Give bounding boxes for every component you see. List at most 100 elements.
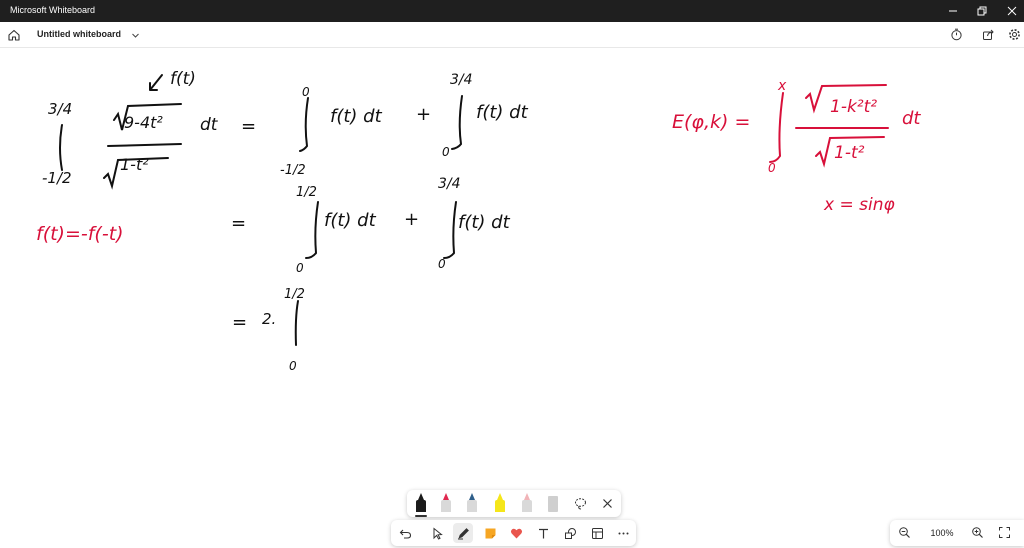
pen-tip [443, 493, 449, 500]
fraction-bar [107, 143, 182, 147]
close-icon [1007, 6, 1017, 16]
pink-eraser[interactable] [521, 493, 533, 514]
board-title[interactable]: Untitled whiteboard [37, 29, 121, 39]
minimize-icon [949, 10, 957, 12]
zoom-out-icon[interactable] [898, 526, 911, 539]
command-bar: Untitled whiteboard [0, 22, 1024, 48]
text-icon [538, 528, 548, 538]
numerator-expression: 1-k²t² [830, 97, 877, 117]
equals-sign: = [232, 312, 247, 333]
pen-body [495, 500, 505, 512]
title-bar: Microsoft Whiteboard [0, 0, 1024, 22]
pen-body [416, 500, 426, 512]
timer-icon[interactable] [950, 28, 963, 41]
integral-sign [299, 97, 309, 152]
chevron-down-icon[interactable] [131, 31, 140, 40]
upper-limit: 1/2 [296, 185, 317, 200]
zoom-bar: 100% [890, 520, 1024, 546]
lower-limit: -1/2 [42, 169, 72, 187]
sticky-note-button[interactable] [480, 523, 500, 543]
integral-sign [59, 124, 63, 171]
odd-function-relation: f(t)=-f(-t) [36, 223, 124, 245]
upper-limit: x [777, 78, 787, 94]
reactions-button[interactable] [506, 523, 526, 543]
pen-icon [457, 527, 469, 539]
integrand: f(t) dt [476, 102, 529, 123]
templates-button[interactable] [587, 523, 607, 543]
settings-gear-icon[interactable] [1008, 28, 1021, 41]
pen-tip [524, 493, 530, 500]
substitution-note: x = sinφ [823, 195, 895, 215]
integral-sign [769, 92, 784, 163]
shapes-button[interactable] [560, 523, 580, 543]
sticky-note-icon [485, 528, 495, 538]
pen-tip [469, 493, 475, 500]
zoom-level[interactable]: 100% [926, 528, 958, 538]
cursor-icon [433, 526, 443, 540]
pen-body [467, 500, 477, 512]
more-icon [618, 532, 628, 534]
equals-sign: = [241, 116, 256, 137]
lasso-select-icon[interactable] [574, 497, 587, 510]
upper-limit: 3/4 [48, 100, 72, 118]
equals-sign: = [231, 213, 246, 234]
restore-button[interactable] [965, 0, 999, 22]
integral-sign [443, 201, 457, 259]
pen-tip [497, 493, 503, 500]
plus-sign: + [404, 209, 419, 230]
ruler[interactable] [547, 493, 559, 514]
template-icon [591, 527, 603, 539]
fit-to-screen-icon[interactable] [998, 526, 1011, 539]
shapes-icon [564, 527, 576, 539]
arrow-stroke [149, 74, 163, 91]
close-window-button[interactable] [995, 0, 1024, 22]
more-options-button[interactable] [613, 523, 633, 543]
coefficient: 2. [262, 310, 276, 328]
lower-limit: 0 [289, 359, 297, 373]
dt-label: dt [200, 115, 219, 135]
zoom-in-icon[interactable] [971, 526, 984, 539]
integrand: f(t) dt [458, 212, 511, 233]
lower-limit: 0 [296, 261, 304, 275]
lower-limit: 0 [768, 161, 776, 175]
integrand: f(t) dt [330, 106, 383, 127]
integral-sign [451, 95, 463, 150]
lower-limit: -1/2 [280, 163, 306, 178]
lower-limit: 0 [442, 145, 450, 159]
app-title: Microsoft Whiteboard [10, 5, 96, 15]
upper-limit: 3/4 [438, 176, 461, 192]
black-pen[interactable] [415, 493, 427, 517]
select-tool-button[interactable] [427, 523, 447, 543]
integral-sign [305, 201, 319, 259]
dt-label: dt [902, 108, 921, 129]
undo-icon [399, 529, 411, 539]
numerator-expression: 9-4t² [124, 113, 163, 132]
integral-sign [294, 300, 299, 346]
blue-pen[interactable] [466, 493, 478, 514]
text-tool-button[interactable] [533, 523, 553, 543]
yellow-highlighter[interactable] [494, 493, 506, 514]
heart-icon [510, 528, 522, 538]
ft-label: f(t) [170, 69, 196, 89]
tool-bar [391, 520, 636, 546]
pen-tool-button[interactable] [453, 523, 473, 543]
upper-limit: 1/2 [284, 287, 305, 302]
red-pen[interactable] [440, 493, 452, 514]
plus-sign: + [416, 104, 431, 125]
home-icon[interactable] [7, 28, 21, 42]
upper-limit: 3/4 [450, 72, 473, 88]
integrand: f(t) dt [324, 210, 377, 231]
restore-icon [977, 6, 987, 16]
close-icon[interactable] [601, 497, 614, 510]
ink-layer: 3/4 -1/2 9-4t² 1-t² dt f(t) = 0 -1/2 f(t… [36, 69, 921, 373]
pen-body [522, 500, 532, 512]
denominator-expression: 1-t² [834, 143, 865, 163]
share-icon[interactable] [982, 28, 995, 41]
pen-tray [407, 490, 621, 517]
lower-limit: 0 [438, 257, 446, 271]
ruler-body [548, 496, 558, 512]
denominator-expression: 1-t² [120, 155, 149, 174]
undo-button[interactable] [395, 523, 415, 543]
upper-limit: 0 [302, 85, 310, 99]
whiteboard-canvas[interactable]: 3/4 -1/2 9-4t² 1-t² dt f(t) = 0 -1/2 f(t… [0, 48, 1024, 548]
